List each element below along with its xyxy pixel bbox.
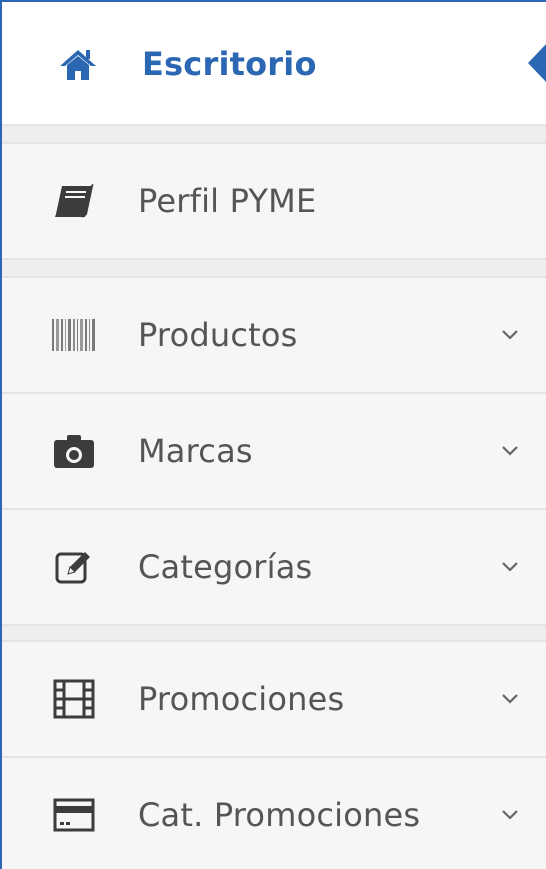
sidebar-item-productos[interactable]: Productos	[2, 278, 546, 392]
sidebar-item-marcas[interactable]: Marcas	[2, 394, 546, 508]
camera-icon	[50, 431, 98, 471]
sidebar-item-promociones[interactable]: Promociones	[2, 642, 546, 756]
sidebar-item-label: Cat. Promociones	[138, 795, 421, 834]
sidebar-item-label: Escritorio	[142, 45, 317, 83]
edit-icon	[50, 547, 98, 587]
credit-card-icon	[50, 795, 98, 835]
chevron-down-icon[interactable]	[498, 687, 522, 711]
sidebar-item-categorias[interactable]: Categorías	[2, 510, 546, 624]
film-icon	[50, 679, 98, 719]
chevron-down-icon[interactable]	[498, 323, 522, 347]
sidebar-item-perfil-pyme[interactable]: Perfil PYME	[2, 144, 546, 258]
sidebar-item-label: Productos	[138, 316, 298, 354]
book-icon	[50, 181, 98, 221]
home-icon	[54, 44, 102, 84]
sidebar-collapse-toggle[interactable]	[528, 40, 546, 86]
chevron-down-icon[interactable]	[498, 803, 522, 827]
sidebar-item-cat-promociones[interactable]: Cat. Promociones	[2, 758, 546, 869]
barcode-icon	[50, 315, 98, 355]
sidebar-item-label: Categorías	[138, 548, 313, 586]
sidebar-item-label: Promociones	[138, 680, 345, 718]
sidebar-item-escritorio[interactable]: Escritorio	[2, 2, 546, 126]
chevron-down-icon[interactable]	[498, 555, 522, 579]
chevron-down-icon[interactable]	[498, 439, 522, 463]
sidebar-item-label: Marcas	[138, 432, 253, 470]
sidebar-menu: Escritorio Perfil PYME Productos Marcas …	[0, 0, 546, 869]
sidebar-item-label: Perfil PYME	[138, 182, 317, 220]
